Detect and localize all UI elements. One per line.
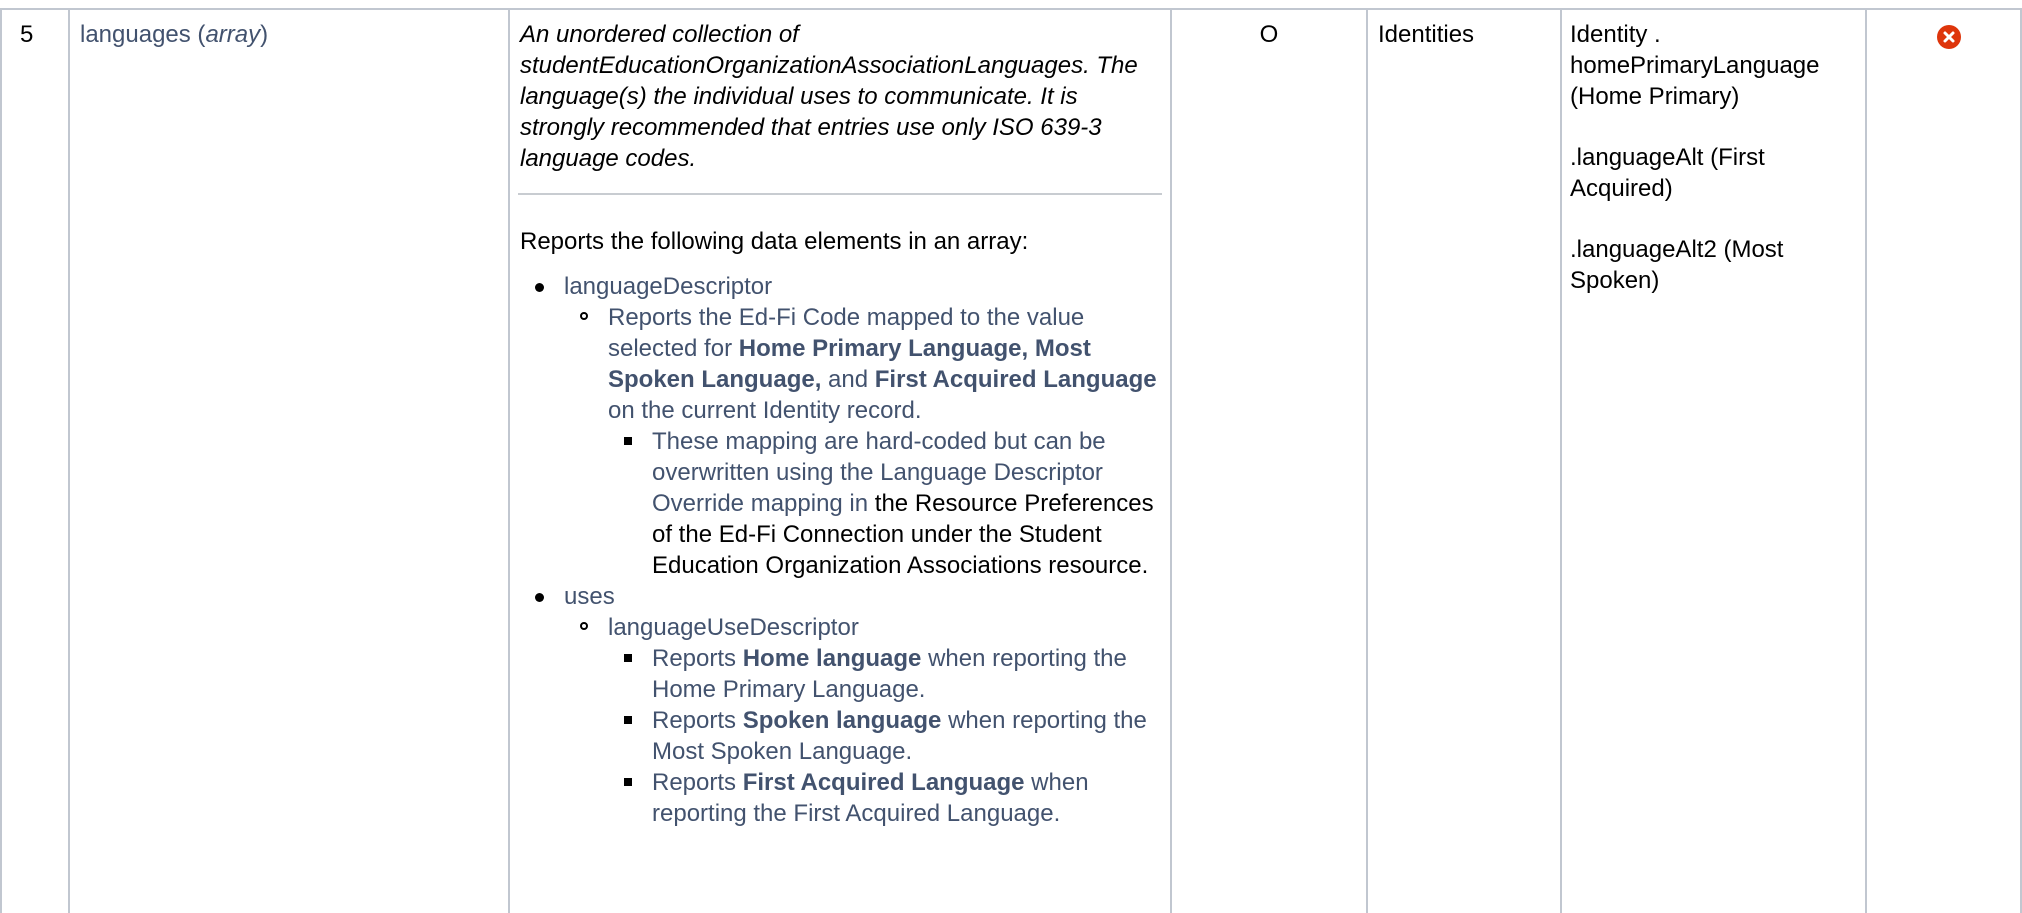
field-name: languages <box>80 21 191 48</box>
error-x-icon <box>1937 25 1961 49</box>
mapping-cell: Identity . homePrimaryLanguage (Home Pri… <box>1570 19 1858 296</box>
column-divider <box>1170 8 1172 913</box>
field-type: array <box>205 21 261 48</box>
field-name-cell: languages (array) <box>80 21 269 48</box>
column-divider <box>1366 8 1368 913</box>
description-text: An unordered collection of studentEducat… <box>520 21 1138 172</box>
list-item: Reports Spoken language when reporting t… <box>608 705 1160 767</box>
list-item: These mapping are hard-coded but can be … <box>608 426 1160 581</box>
column-divider <box>0 8 2 913</box>
data-elements-list: languageDescriptor Reports the Ed-Fi Cod… <box>520 271 1160 829</box>
row-number: 5 <box>20 21 34 48</box>
text-span: and <box>821 366 875 393</box>
tool-name: Identities <box>1378 21 1475 48</box>
table-top-border <box>0 8 2022 10</box>
mapping-line: .languageAlt (First Acquired) <box>1570 144 1765 202</box>
bold-text: First Acquired Language <box>742 769 1025 796</box>
text-span: Reports <box>652 769 743 796</box>
list-item: languageDescriptor Reports the Ed-Fi Cod… <box>520 271 1160 581</box>
details-block: Reports the following data elements in a… <box>520 226 1160 829</box>
sub-list: Reports the Ed-Fi Code mapped to the val… <box>564 302 1160 581</box>
column-divider <box>1865 8 1867 913</box>
x-glyph <box>1943 31 1955 43</box>
bold-text: Home language <box>742 645 922 672</box>
list-item: Reports First Acquired Language when rep… <box>608 767 1160 829</box>
optionality: O <box>1259 21 1279 48</box>
list-item: languageUseDescriptor Reports Home langu… <box>564 612 1160 829</box>
list-item: Reports the Ed-Fi Code mapped to the val… <box>564 302 1160 581</box>
list-item: uses languageUseDescriptor Reports Home … <box>520 581 1160 829</box>
bold-text: Spoken language <box>742 707 942 734</box>
column-divider <box>508 8 510 913</box>
mapping-line: Identity . homePrimaryLanguage (Home Pri… <box>1570 21 1820 110</box>
list-item: Reports Home language when reporting the… <box>608 643 1160 705</box>
language-descriptor-label: languageDescriptor <box>564 273 773 300</box>
sub-list: languageUseDescriptor Reports Home langu… <box>564 612 1160 829</box>
bold-text: First Acquired Language <box>874 366 1157 393</box>
column-divider <box>68 8 70 913</box>
text-span: Reports <box>652 645 743 672</box>
sub-sub-list: These mapping are hard-coded but can be … <box>608 426 1160 581</box>
sub-sub-list: Reports Home language when reporting the… <box>608 643 1160 829</box>
description-cell: An unordered collection of studentEducat… <box>520 19 1160 174</box>
details-intro: Reports the following data elements in a… <box>520 228 1029 255</box>
data-table: 5 languages (array) An unordered collect… <box>0 0 2022 913</box>
text-span: on the current Identity record. <box>608 397 922 424</box>
column-divider <box>1560 8 1562 913</box>
text-span: Reports <box>652 707 743 734</box>
uses-label: uses <box>564 583 615 610</box>
language-use-descriptor-label: languageUseDescriptor <box>608 614 859 641</box>
mapping-line: .languageAlt2 (Most Spoken) <box>1570 236 1784 294</box>
description-divider <box>518 193 1162 195</box>
